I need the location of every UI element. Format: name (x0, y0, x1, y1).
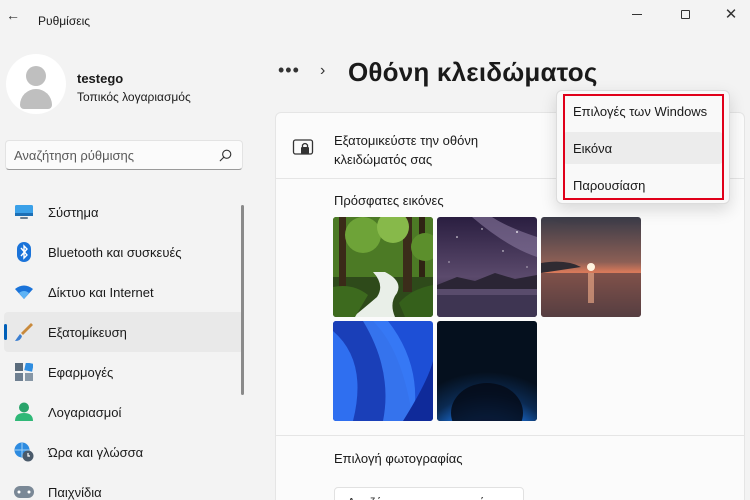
sidebar-item-label: Ώρα και γλώσσα (48, 444, 144, 460)
sidebar-item-label: Λογαριασμοί (48, 404, 122, 420)
breadcrumb-more-button[interactable]: ••• (278, 60, 300, 81)
dropdown-option-slideshow[interactable]: Παρουσίαση (563, 169, 723, 201)
account-type: Τοπικός λογαριασμός (77, 90, 191, 104)
sidebar-scrollbar[interactable] (241, 205, 244, 395)
page-title: Οθόνη κλειδώματος (348, 57, 598, 87)
chevron-right-icon: › (320, 62, 326, 79)
sidebar-item-label: Δίκτυο και Internet (48, 284, 154, 300)
apps-icon (14, 362, 34, 382)
avatar-head-shape (26, 66, 46, 86)
personalize-lock-screen-label: Εξατομικεύστε την οθόνη κλειδώματός σας (334, 133, 479, 167)
recent-image-night-sky[interactable] (437, 217, 537, 317)
monitor-icon (14, 202, 34, 222)
recent-images-title: Πρόσφατες εικόνες (334, 193, 444, 208)
user-name: testego (77, 71, 124, 86)
sidebar-item-apps[interactable]: Εφαρμογές (4, 352, 244, 392)
lock-screen-icon (292, 139, 314, 155)
windows-bloom-image (333, 321, 433, 421)
sidebar-item-gaming[interactable]: Παιχνίδια (4, 472, 244, 500)
sidebar-item-label: Σύστημα (48, 204, 99, 220)
minimize-button[interactable] (614, 4, 660, 24)
sunset-lake-image (541, 217, 641, 317)
bluetooth-icon (14, 242, 34, 262)
person-icon (14, 402, 34, 422)
section-divider (276, 435, 744, 436)
maximize-icon (680, 9, 690, 19)
gamepad-icon (14, 482, 34, 500)
avatar[interactable] (6, 54, 66, 114)
lock-screen-background-dropdown: Επιλογές των Windows Εικόνα Παρουσίαση (556, 90, 730, 204)
recent-image-windows-glow-dark[interactable] (437, 321, 537, 421)
search-input[interactable] (14, 148, 214, 163)
recent-image-forest-stream[interactable] (333, 217, 433, 317)
brush-icon (14, 322, 34, 342)
sidebar-item-label: Bluetooth και συσκευές (48, 244, 182, 260)
globe-clock-icon (14, 442, 34, 462)
minimize-icon (632, 13, 642, 15)
sidebar-item-accounts[interactable]: Λογαριασμοί (4, 392, 244, 432)
dropdown-option-picture[interactable]: Εικόνα (563, 132, 723, 164)
search-icon[interactable] (219, 149, 232, 162)
wifi-icon (14, 282, 34, 302)
app-title: Ρυθμίσεις (38, 14, 91, 28)
arrow-left-icon: ← (6, 7, 20, 23)
recent-image-windows-bloom-blue[interactable] (333, 321, 433, 421)
sidebar-item-label: Εφαρμογές (48, 364, 114, 380)
sidebar-item-personalization[interactable]: Εξατομίκευση (4, 312, 244, 352)
windows-glow-image (437, 321, 537, 421)
close-icon: ✕ (724, 5, 738, 23)
maximize-button[interactable] (662, 4, 708, 24)
search-box[interactable] (5, 140, 243, 170)
sidebar-item-system[interactable]: Σύστημα (4, 192, 244, 232)
browse-photos-button[interactable]: Αναζήτηση φωτογραφιών (334, 487, 524, 500)
sidebar-nav: Σύστημα Bluetooth και συσκευές Δίκτυο κα… (4, 192, 244, 500)
choose-photo-label: Επιλογή φωτογραφίας (334, 451, 463, 466)
sidebar-item-network[interactable]: Δίκτυο και Internet (4, 272, 244, 312)
sidebar-item-label: Εξατομίκευση (48, 324, 127, 340)
sidebar-item-time-language[interactable]: Ώρα και γλώσσα (4, 432, 244, 472)
recent-image-sunset-lake[interactable] (541, 217, 641, 317)
dropdown-option-windows-spotlight[interactable]: Επιλογές των Windows (563, 95, 723, 127)
night-sky-image (437, 217, 537, 317)
title-bar: ← Ρυθμίσεις ✕ (0, 0, 750, 30)
forest-stream-image (333, 217, 433, 317)
close-button[interactable]: ✕ (708, 4, 750, 24)
avatar-body-shape (20, 89, 52, 109)
back-button[interactable]: ← (4, 6, 22, 24)
sidebar-item-label: Παιχνίδια (48, 484, 102, 500)
sidebar-item-bluetooth[interactable]: Bluetooth και συσκευές (4, 232, 244, 272)
